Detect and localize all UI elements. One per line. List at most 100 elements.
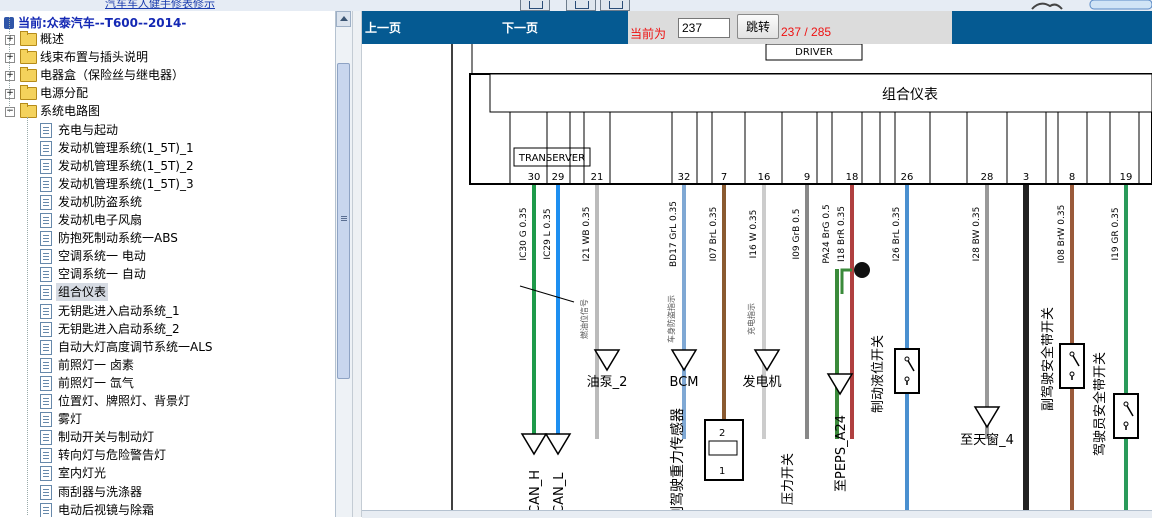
tree-item-label: 发动机管理系统(1_5T)_2	[58, 158, 194, 173]
catalog-tree: 当前:众泰汽车--T600--2014- + 概述 + 线束布置与插头说明 + 电器盒（保…	[0, 11, 337, 517]
tree-item-label: 室内灯光	[58, 466, 107, 481]
wire-code: IC29 L 0.35	[543, 208, 553, 259]
pin-number: 3	[1023, 172, 1029, 183]
destination-label: 发电机	[742, 374, 781, 390]
prev-page-link[interactable]: 上一页	[365, 19, 401, 36]
document-icon	[40, 466, 52, 482]
document-icon	[40, 394, 52, 409]
connector-arrow-icon	[826, 373, 854, 396]
tree-guide-line	[9, 17, 10, 113]
document-icon	[40, 194, 52, 210]
switch-box-icon	[1113, 393, 1139, 439]
pane-splitter[interactable]	[352, 11, 362, 517]
page-number-input[interactable]	[678, 18, 730, 38]
tree-item-label: 空调系统一 电动	[58, 249, 146, 264]
tree-item-label: 电器盒（保险丝与继电器）	[40, 68, 185, 83]
folder-icon	[20, 67, 37, 83]
pin-number: 19	[1120, 172, 1133, 183]
expand-icon[interactable]: +	[5, 35, 15, 45]
tree-item-label: 雾灯	[58, 412, 83, 427]
destination-label: 至天窗_4	[960, 432, 1014, 448]
tree-item-label: 充电与起动	[58, 122, 119, 137]
tree-item-label: 无钥匙进入启动系统_1	[58, 303, 180, 318]
top-search-link[interactable]: 汽车车人健手修表修示	[105, 0, 215, 11]
brand-logo-icon	[1031, 0, 1152, 10]
toolbar-window-icon[interactable]	[520, 0, 550, 11]
expand-icon[interactable]: +	[5, 89, 15, 100]
folder-icon	[20, 85, 37, 101]
destination-label: 至PEPS_A24	[834, 415, 849, 492]
pin-number: 8	[1069, 172, 1075, 183]
document-icon	[40, 140, 52, 156]
pin-number: 30	[528, 172, 541, 183]
tree-item-label: 制动开关与制动灯	[58, 430, 155, 445]
pin-number: 28	[981, 172, 994, 183]
tree-item-label: 前照灯一 卤素	[58, 357, 134, 372]
destination-label: CAN_L	[552, 472, 567, 510]
pin-number: 16	[758, 172, 771, 183]
pin-number: 26	[901, 172, 914, 183]
tree-item-label: 自动大灯高度调节系统一ALS	[58, 339, 213, 354]
cluster-label: 组合仪表	[882, 87, 938, 103]
destination-label: 副驾驶安全带开关	[1040, 307, 1056, 411]
driver-label: DRIVER	[795, 47, 833, 58]
document-icon	[40, 502, 52, 517]
document-icon	[40, 122, 52, 138]
document-icon	[40, 249, 52, 265]
tree-guide-line	[27, 116, 28, 515]
wire-code: I19 GR 0.35	[1111, 207, 1121, 260]
switch-box-icon	[1059, 343, 1085, 389]
next-page-link[interactable]: 下一页	[502, 19, 538, 36]
tree-item-label: 无钥匙进入启动系统_2	[58, 321, 180, 336]
document-icon	[40, 231, 52, 247]
destination-label: BCM	[670, 375, 699, 390]
document-icon	[40, 412, 52, 428]
current-page-label: 当前为	[630, 27, 667, 41]
signal-note: 充电指示	[746, 303, 756, 335]
destination-label: 副驾驶重力传感器	[669, 408, 686, 510]
sensor-element	[708, 440, 738, 456]
page-toolbar: 上一页 下一页 当前为 跳转 237 / 285	[362, 11, 1152, 44]
switch-box-icon	[894, 348, 920, 394]
expand-icon[interactable]: +	[5, 53, 15, 64]
toolbar-window-icon-3[interactable]	[600, 0, 630, 11]
jump-button[interactable]: 跳转	[737, 14, 779, 39]
tree-item-label: 电动后视镜与除霜	[58, 502, 155, 517]
tree-item-label: 系统电路图	[40, 104, 101, 119]
tree-item-label: 发动机防盗系统	[58, 194, 143, 209]
folder-icon	[20, 103, 37, 119]
document-icon	[40, 267, 52, 283]
collapse-icon[interactable]: −	[5, 107, 15, 118]
document-icon	[40, 430, 52, 446]
pin-number: 21	[591, 172, 604, 183]
wire-code: PA24 BrG 0.5	[822, 204, 832, 263]
splice-dot	[854, 262, 870, 278]
page-jump-box: 当前为 跳转 237 / 285	[628, 11, 952, 44]
wire-code: BD17 GrL 0.35	[669, 201, 679, 267]
pin-number: 18	[846, 172, 859, 183]
wire-code: IC30 G 0.35	[519, 207, 529, 260]
top-strip: 汽车车人健手修表修示	[0, 0, 1152, 11]
tree-item-label: 线束布置与插头说明	[40, 50, 149, 65]
tree-scrollbar[interactable]	[335, 11, 352, 517]
destination-label: CAN_H	[528, 470, 543, 510]
connector-arrow-icon	[520, 433, 548, 456]
document-icon	[40, 484, 52, 500]
wire-code: I21 WB 0.35	[582, 207, 592, 262]
destination-label: 制动液位开关	[871, 335, 886, 413]
document-icon	[40, 158, 52, 174]
scrollbar-thumb[interactable]	[337, 63, 350, 379]
transerver-label: TRANSERVER	[518, 153, 585, 164]
toolbar-window-icon-2[interactable]	[566, 0, 596, 11]
scroll-up-arrow-icon[interactable]	[336, 11, 351, 27]
tree-item-label: 概述	[40, 32, 65, 46]
tree-root-title[interactable]: 当前:众泰汽车--T600--2014-	[4, 14, 186, 31]
connector-arrow-icon	[973, 406, 1001, 429]
expand-icon[interactable]: +	[5, 71, 15, 82]
connector-arrow-icon	[670, 349, 698, 372]
twisted-pair-mark	[519, 285, 575, 303]
destination-label: 压力开关	[781, 453, 796, 505]
cluster-label-box	[489, 73, 1152, 113]
folder-icon	[20, 31, 37, 46]
document-icon	[40, 176, 52, 192]
